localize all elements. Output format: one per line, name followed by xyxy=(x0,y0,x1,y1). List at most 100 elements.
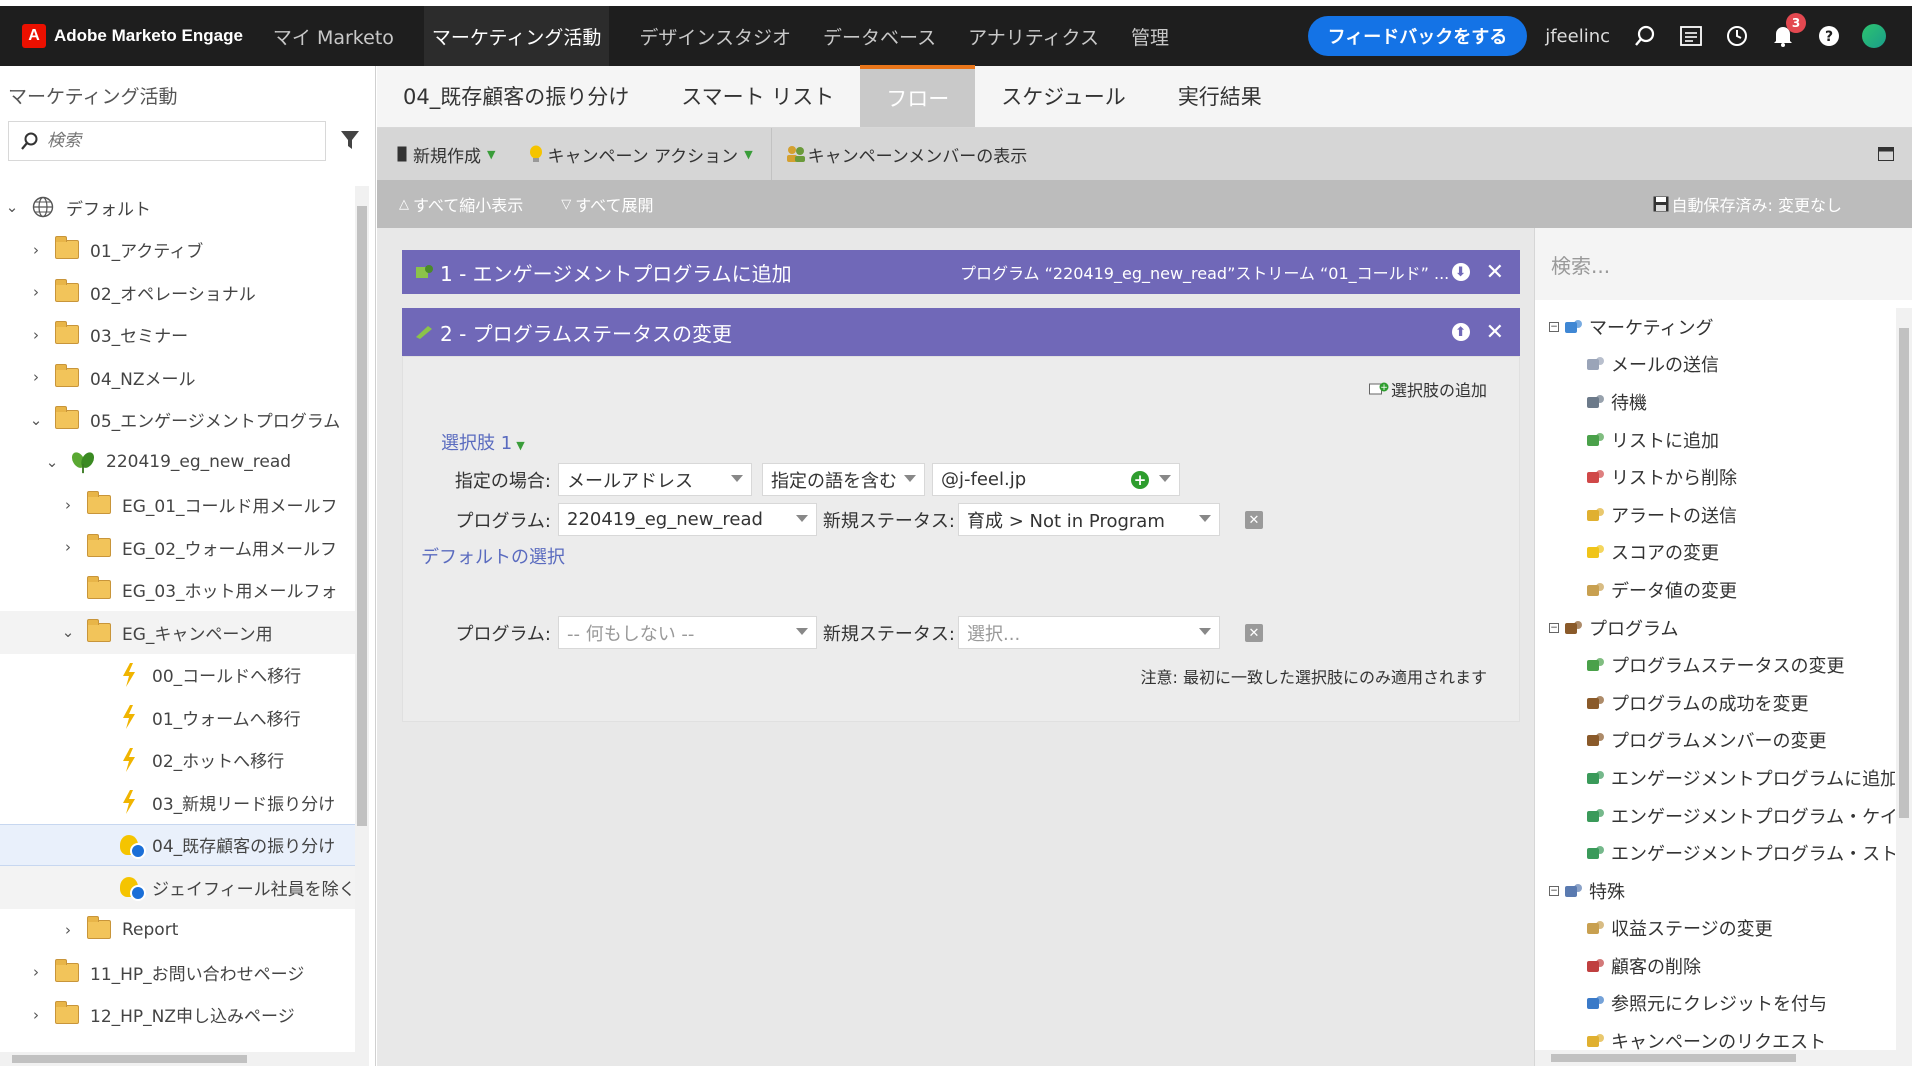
palette-horizontal-scrollbar[interactable] xyxy=(1535,1050,1897,1066)
chevron-right-icon[interactable]: › xyxy=(28,283,44,301)
scrollbar-thumb[interactable] xyxy=(1551,1054,1796,1062)
tree-item[interactable]: › EG_01_コールド用メールフ xyxy=(0,484,356,527)
scrollbar-thumb[interactable] xyxy=(357,206,367,826)
tree-item[interactable]: 00_コールドへ移行 xyxy=(0,654,356,697)
tab[interactable]: スマート リスト xyxy=(655,65,860,127)
palette-action[interactable]: エンゲージメントプログラム・スト xyxy=(1535,834,1895,872)
delete-choice-icon[interactable]: ✕ xyxy=(1245,511,1263,529)
palette-action[interactable]: メールの送信 xyxy=(1535,346,1895,384)
palette-action[interactable]: リストから削除 xyxy=(1535,458,1895,496)
nav-item[interactable]: デザインスタジオ xyxy=(637,6,793,66)
nav-item[interactable]: マーケティング活動 xyxy=(423,6,610,66)
tree-item[interactable]: › 11_HP_お問い合わせページ xyxy=(0,951,356,994)
program-select[interactable]: 220419_eg_new_read xyxy=(558,503,817,536)
expand-all-button[interactable]: ▽ すべて展開 xyxy=(561,192,653,216)
tab[interactable]: スケジュール xyxy=(975,65,1152,127)
add-choice-button[interactable]: + 選択肢の追加 xyxy=(1368,377,1487,401)
palette-action[interactable]: 待機 xyxy=(1535,383,1895,421)
palette-action[interactable]: エンゲージメントプログラム・ケイ xyxy=(1535,797,1895,835)
tree-item[interactable]: › 02_オペレーショナル xyxy=(0,271,356,314)
nav-item[interactable]: マイ Marketo xyxy=(271,6,396,66)
tree-item[interactable]: EG_03_ホット用メールフォ xyxy=(0,569,356,612)
tree-item[interactable]: 03_新規リード振り分け xyxy=(0,781,356,824)
if-value-input[interactable]: @j-feel.jp + xyxy=(932,463,1180,496)
avatar[interactable] xyxy=(1862,24,1886,48)
chevron-right-icon[interactable]: › xyxy=(28,963,44,981)
default-program-select[interactable]: -- 何もしない -- xyxy=(558,616,817,649)
add-value-icon[interactable]: + xyxy=(1131,471,1149,489)
palette-action[interactable]: エンゲージメントプログラムに追加 xyxy=(1535,759,1895,797)
tree-item[interactable]: 02_ホットへ移行 xyxy=(0,739,356,782)
chevron-right-icon[interactable]: › xyxy=(60,921,76,939)
filter-icon[interactable] xyxy=(340,130,360,154)
adobe-logo[interactable]: A Adobe Marketo Engage xyxy=(22,24,243,48)
chevron-right-icon[interactable]: › xyxy=(60,496,76,514)
palette-action[interactable]: 収益ステージの変更 xyxy=(1535,910,1895,948)
tree-item[interactable]: ⌄ EG_キャンペーン用 xyxy=(0,611,356,654)
if-operator-select[interactable]: 指定の語を含む xyxy=(762,463,925,496)
collapse-all-button[interactable]: △ すべて縮小表示 xyxy=(399,192,523,216)
tasks-icon[interactable] xyxy=(1678,23,1704,49)
view-members-button[interactable]: キャンペーンメンバーの表示 xyxy=(786,142,1027,167)
palette-action[interactable]: スコアの変更 xyxy=(1535,534,1895,572)
palette-action[interactable]: プログラムステータスの変更 xyxy=(1535,646,1895,684)
nav-item[interactable]: アナリティクス xyxy=(966,6,1101,66)
flow-step-2[interactable]: 2 - プログラムステータスの変更 ⬆ ✕ xyxy=(402,308,1520,356)
palette-action[interactable]: データ値の変更 xyxy=(1535,571,1895,609)
palette-category[interactable]: − プログラム xyxy=(1535,609,1895,647)
tree-item[interactable]: › 03_セミナー xyxy=(0,314,356,357)
chevron-right-icon[interactable]: › xyxy=(28,326,44,344)
history-icon[interactable] xyxy=(1724,23,1750,49)
chevron-right-icon[interactable]: › xyxy=(28,241,44,259)
chevron-down-icon[interactable]: ⌄ xyxy=(4,198,20,216)
palette-action[interactable]: プログラムメンバーの変更 xyxy=(1535,722,1895,760)
palette-category[interactable]: − マーケティング xyxy=(1535,308,1895,346)
palette-action[interactable]: プログラムの成功を変更 xyxy=(1535,684,1895,722)
scrollbar-thumb[interactable] xyxy=(1899,328,1909,818)
collapse-toggle-icon[interactable]: − xyxy=(1549,885,1559,896)
tree-item[interactable]: › 01_アクティブ xyxy=(0,229,356,272)
tab[interactable]: フロー xyxy=(860,65,976,127)
tree-item[interactable]: › Report xyxy=(0,909,356,952)
scrollbar-thumb[interactable] xyxy=(12,1055,247,1063)
tree-item[interactable]: ⌄ 220419_eg_new_read xyxy=(0,441,356,484)
chevron-right-icon[interactable]: › xyxy=(60,538,76,556)
delete-default-choice-icon[interactable]: ✕ xyxy=(1245,624,1263,642)
palette-action[interactable]: リストに追加 xyxy=(1535,421,1895,459)
choice-1-title[interactable]: 選択肢 1 ▼ xyxy=(441,429,525,455)
tree-search[interactable] xyxy=(8,121,326,161)
campaign-action-button[interactable]: キャンペーン アクション ▼ xyxy=(529,142,753,167)
flow-step-1[interactable]: 1 - エンゲージメントプログラムに追加 プログラム “220419_eg_ne… xyxy=(402,250,1520,294)
tree-search-input[interactable] xyxy=(47,131,297,151)
collapse-toggle-icon[interactable]: − xyxy=(1549,321,1559,332)
feedback-button[interactable]: フィードバックをする xyxy=(1307,16,1528,56)
tree-horizontal-scrollbar[interactable] xyxy=(0,1052,356,1066)
tab[interactable]: 実行結果 xyxy=(1152,65,1288,127)
tree-item[interactable]: › 04_NZメール xyxy=(0,356,356,399)
tree-item[interactable]: ⌄ デフォルト xyxy=(0,186,356,229)
nav-item[interactable]: 管理 xyxy=(1129,6,1171,66)
if-field-select[interactable]: メールアドレス xyxy=(558,463,752,496)
palette-category[interactable]: − 特殊 xyxy=(1535,872,1895,910)
tree-item[interactable]: › 12_HP_NZ申し込みページ xyxy=(0,994,356,1037)
user-name[interactable]: jfeelinc xyxy=(1545,26,1610,47)
chevron-right-icon[interactable]: › xyxy=(28,1006,44,1024)
collapse-toggle-icon[interactable]: − xyxy=(1549,622,1559,633)
palette-action[interactable]: アラートの送信 xyxy=(1535,496,1895,534)
move-up-icon[interactable]: ⬆ xyxy=(1451,323,1470,341)
chevron-down-icon[interactable]: ⌄ xyxy=(28,411,44,429)
tree-item[interactable]: 04_既存顧客の振り分け xyxy=(0,823,356,866)
palette-action[interactable]: 参照元にクレジットを付与 xyxy=(1535,985,1895,1023)
palette-search[interactable]: 検索... xyxy=(1535,228,1912,300)
nav-item[interactable]: データベース xyxy=(821,6,938,66)
chevron-down-icon[interactable]: ⌄ xyxy=(44,453,60,471)
tree-item[interactable]: 01_ウォームへ移行 xyxy=(0,696,356,739)
tree-vertical-scrollbar[interactable] xyxy=(355,186,369,1066)
move-down-icon[interactable]: ⬇ xyxy=(1451,263,1470,281)
tree-item[interactable]: › EG_02_ウォーム用メールフ xyxy=(0,526,356,569)
new-button[interactable]: 新規作成 ▼ xyxy=(397,142,495,167)
chevron-right-icon[interactable]: › xyxy=(28,368,44,386)
bell-icon[interactable]: 3 xyxy=(1770,13,1806,49)
new-status-select[interactable]: 育成 > Not in Program xyxy=(958,503,1220,536)
tree-item[interactable]: ⌄ 05_エンゲージメントプログラム xyxy=(0,399,356,442)
